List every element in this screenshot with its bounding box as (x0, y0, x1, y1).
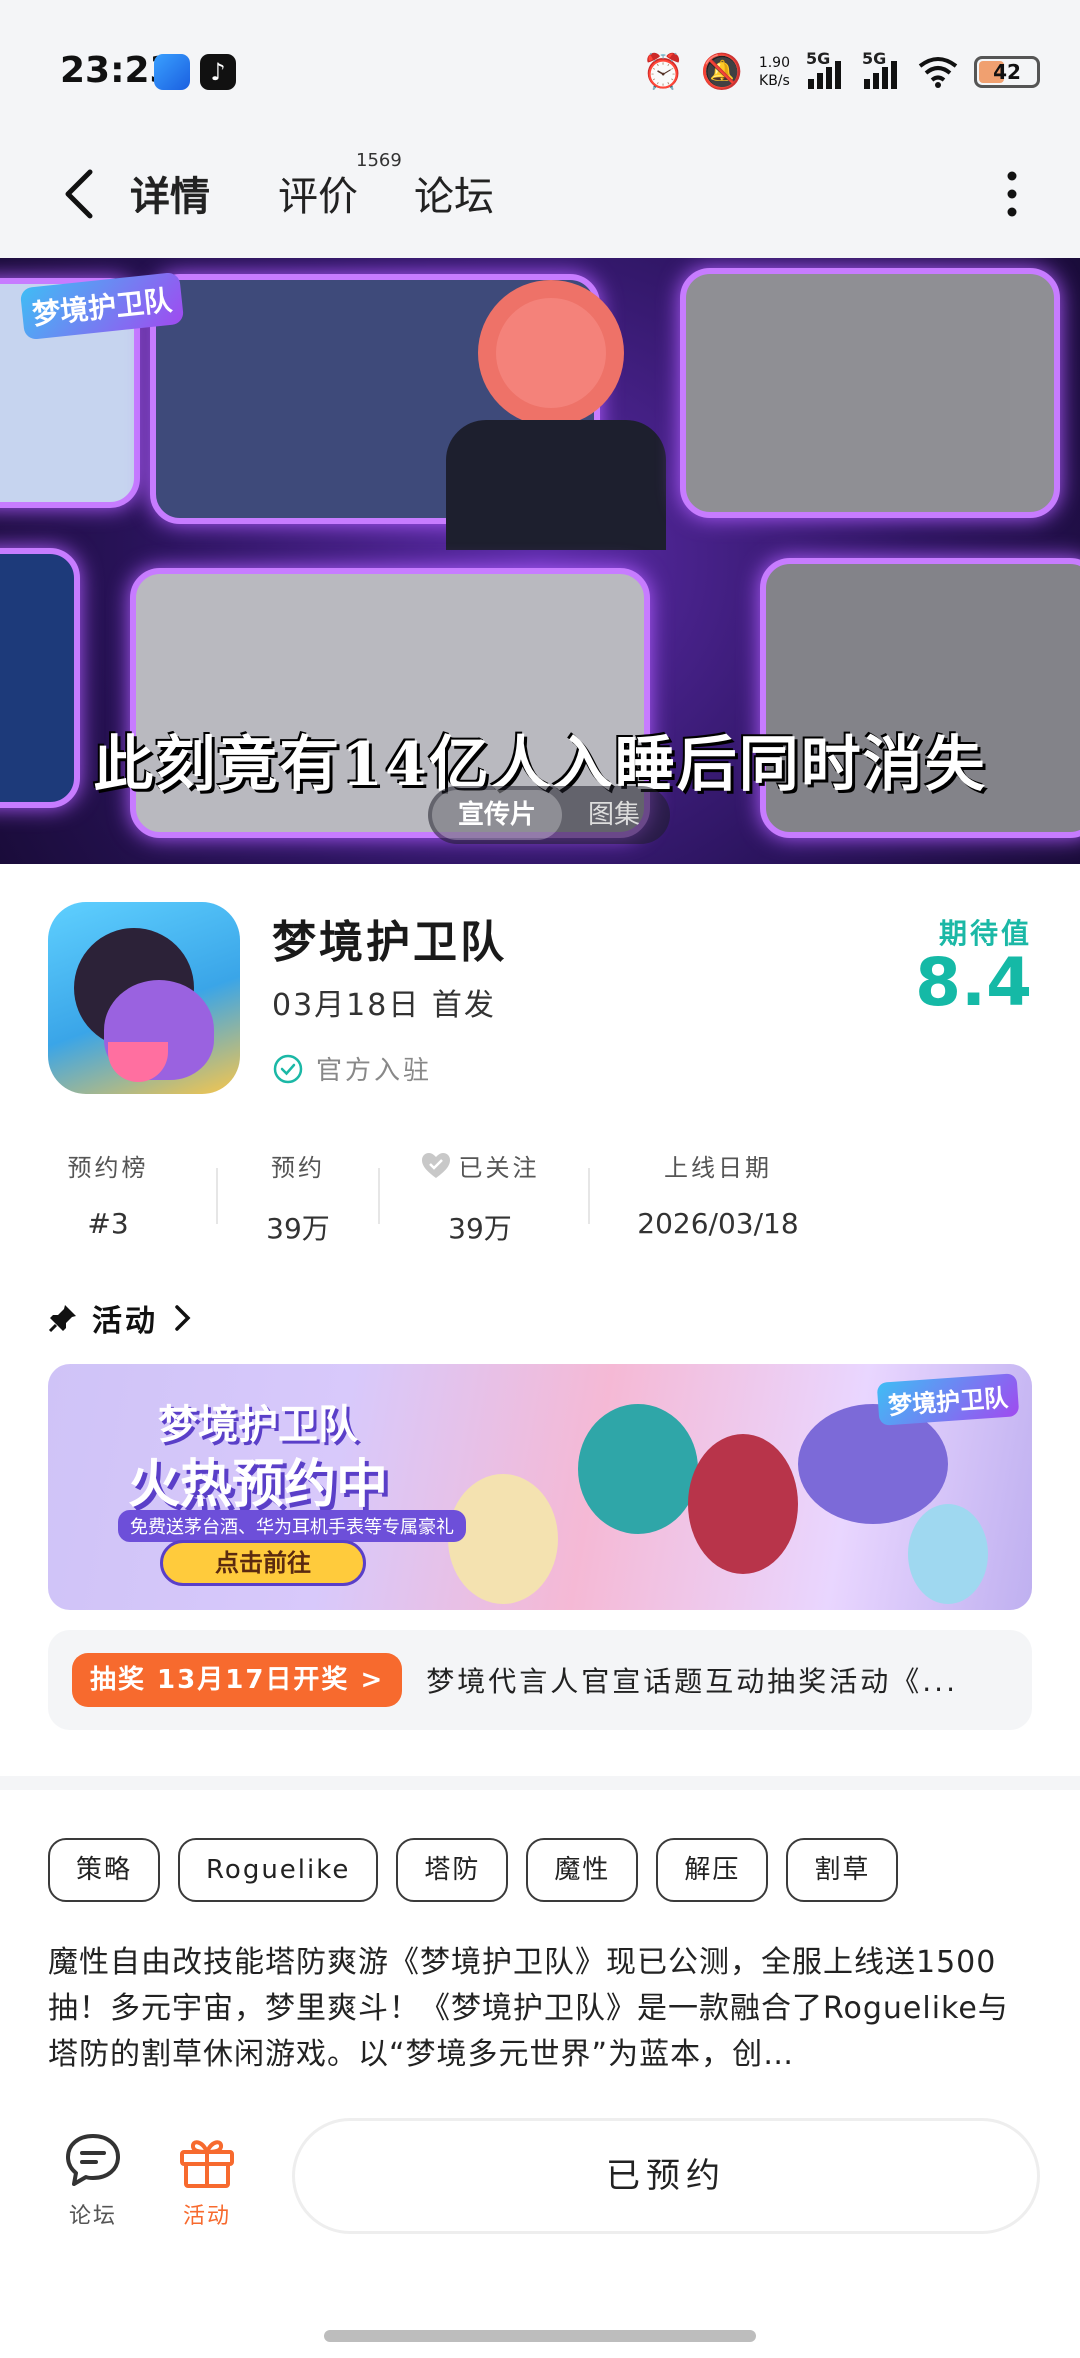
tag-list: 策略 Roguelike 塔防 魔性 解压 割草 (48, 1838, 899, 1902)
tag-mowing[interactable]: 割草 (786, 1838, 899, 1902)
activity-promo-banner[interactable]: 梦境护卫队 火热预约中 免费送茅台酒、华为耳机手表等专属豪礼 点击前往 梦境护卫… (48, 1364, 1032, 1610)
bottom-action-bar: 论坛 活动 已预约 (0, 2090, 1080, 2358)
reserved-button[interactable]: 已预约 (292, 2118, 1040, 2234)
promo-go-button[interactable]: 点击前往 (160, 1540, 366, 1586)
stat-label: 已关注 (458, 1154, 540, 1182)
official-badge: 官方入驻 (272, 1050, 432, 1087)
status-bar: 23:23 ♪ ⏰ 🔕 1.90 KB/s 5G 5G 42 (0, 0, 1080, 130)
back-arrow-icon[interactable] (52, 164, 112, 224)
tag-tower-defense[interactable]: 塔防 (396, 1838, 509, 1902)
stat-value: #3 (87, 1207, 129, 1240)
promo-character (578, 1404, 698, 1534)
stat-value: 39万 (448, 1212, 512, 1245)
promo-character (908, 1504, 988, 1604)
browser-app-icon (154, 54, 190, 90)
activity-title: 活动 (92, 1304, 158, 1339)
bottom-activity-button[interactable]: 活动 (162, 2130, 252, 2230)
pin-icon (48, 1305, 76, 1333)
flower-head-character (496, 298, 606, 408)
media-toggle: 宣传片 图集 (428, 786, 671, 844)
tab-details[interactable]: 详情 (126, 164, 214, 232)
promo-subtitle: 免费送茅台酒、华为耳机手表等专属豪礼 (118, 1510, 466, 1542)
suit-character (446, 420, 666, 550)
game-description[interactable]: 魔性自由改技能塔防爽游《梦境护卫队》现已公测，全服上线送1500抽！多元宇宙，梦… (48, 1940, 1032, 2080)
alarm-icon: ⏰ (642, 52, 685, 92)
stat-value: 39万 (266, 1212, 330, 1245)
media-tab-video[interactable]: 宣传片 (432, 790, 563, 840)
stat-launch-date: 上线日期 2026/03/18 (628, 1148, 808, 1240)
game-title: 梦境护卫队 (272, 917, 507, 968)
net-speed-value: 1.90 (758, 55, 790, 71)
bottom-forum-button[interactable]: 论坛 (48, 2130, 138, 2230)
network-type-2: 5G (862, 49, 887, 68)
review-count: 1569 (356, 150, 402, 171)
tab-forum[interactable]: 论坛 (414, 164, 494, 222)
stat-followed[interactable]: 已关注 39万 (410, 1148, 550, 1247)
release-date: 03月18日 首发 (272, 988, 496, 1023)
promo-character (448, 1474, 558, 1604)
stats-row: 预约榜 #3 预约 39万 已关注 39万 上线日期 2026/03/18 (48, 1148, 808, 1248)
stat-rank[interactable]: 预约榜 #3 (48, 1148, 168, 1240)
tiktok-app-icon: ♪ (200, 54, 236, 90)
signal-2-icon: 5G (862, 49, 902, 89)
more-vertical-icon[interactable] (1002, 166, 1022, 222)
check-circle-icon (273, 1054, 303, 1083)
tag-quirky[interactable]: 魔性 (526, 1838, 639, 1902)
network-type-1: 5G (806, 49, 831, 68)
stat-label: 预约 (271, 1154, 325, 1182)
forum-chat-icon (66, 2134, 120, 2186)
lottery-bar[interactable]: 抽奖 13月17日开奖 > 梦境代言人官宣话题互动抽奖活动《... (48, 1630, 1032, 1730)
lottery-pill[interactable]: 抽奖 13月17日开奖 > (72, 1653, 403, 1707)
tab-reviews[interactable]: 评价 (278, 164, 358, 222)
banner-screen (680, 268, 1060, 518)
stat-reservations: 预约 39万 (248, 1148, 348, 1247)
net-speed-unit: KB/s (759, 73, 790, 89)
net-speed: 1.90 KB/s (759, 54, 790, 90)
heart-check-icon (421, 1152, 450, 1178)
gift-icon (180, 2140, 234, 2188)
bottom-activity-label: 活动 (182, 2204, 231, 2229)
status-icons: ⏰ 🔕 1.90 KB/s 5G 5G 42 (642, 48, 1040, 96)
mute-bell-icon: 🔕 (700, 52, 743, 92)
wifi-icon (918, 57, 958, 88)
tag-roguelike[interactable]: Roguelike (178, 1838, 379, 1902)
section-divider (0, 1776, 1080, 1790)
battery-level: 42 (993, 60, 1021, 84)
official-label: 官方入驻 (316, 1056, 433, 1086)
home-indicator[interactable] (324, 2330, 756, 2342)
promo-logo: 梦境护卫队 (876, 1373, 1020, 1426)
tag-strategy[interactable]: 策略 (48, 1838, 161, 1902)
top-nav: 详情 评价 1569 论坛 (0, 130, 1080, 258)
promo-character (688, 1434, 798, 1574)
lottery-text: 梦境代言人官宣话题互动抽奖活动《... (426, 1665, 958, 1698)
promo-video-banner[interactable]: 梦境护卫队 此刻竟有14亿人入睡后同时消失 宣传片 图集 (0, 258, 1080, 864)
media-tab-gallery[interactable]: 图集 (562, 790, 666, 840)
signal-1-icon: 5G (806, 49, 846, 89)
tag-relaxing[interactable]: 解压 (656, 1838, 769, 1902)
divider (216, 1168, 218, 1224)
game-app-icon (48, 902, 240, 1094)
divider (378, 1168, 380, 1224)
stat-label: 预约榜 (67, 1154, 149, 1182)
stat-label: 上线日期 (664, 1154, 772, 1182)
divider (588, 1168, 590, 1224)
chevron-right-icon (175, 1305, 191, 1331)
bottom-forum-label: 论坛 (68, 2204, 117, 2229)
activity-header[interactable]: 活动 (48, 1296, 194, 1340)
promo-title-line2: 火热预约中 (128, 1455, 389, 1515)
battery-icon: 42 (974, 56, 1040, 88)
banner-screen-news (150, 274, 666, 550)
stat-value: 2026/03/18 (637, 1207, 799, 1240)
expect-score: 8.4 (915, 944, 1032, 1021)
